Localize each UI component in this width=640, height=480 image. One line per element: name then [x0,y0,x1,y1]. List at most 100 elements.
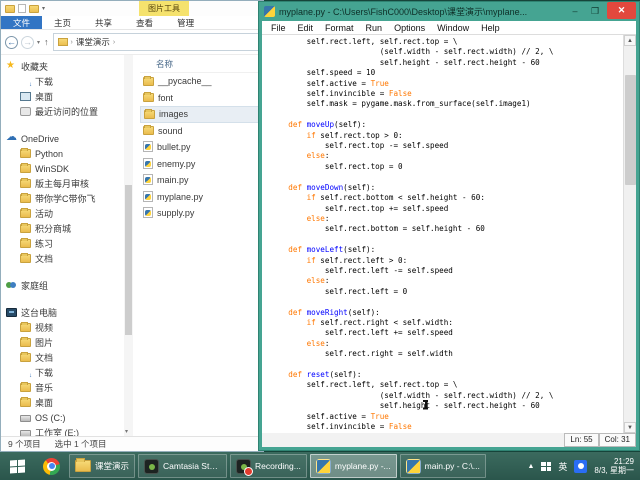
nav-item[interactable]: 视频 [1,320,124,335]
ribbon-tab-3[interactable]: 共享 [83,16,124,29]
nav-item[interactable]: 下载 [1,365,124,380]
menu-run[interactable]: Run [360,23,389,33]
nav-item[interactable]: 练习 [1,236,124,251]
nav-item[interactable]: 桌面 [1,89,124,104]
nav-group: 家庭组 [1,278,124,293]
nav-scrollbar[interactable]: ▾ [124,55,133,436]
menu-help[interactable]: Help [475,23,506,33]
menu-window[interactable]: Window [431,23,475,33]
folder-icon [20,254,31,263]
file-row[interactable]: main.py [140,172,263,189]
nav-item[interactable]: OneDrive [1,131,124,146]
nav-item[interactable]: 带你学C带你飞 [1,191,124,206]
nav-item-label: WinSDK [35,164,69,174]
breadcrumb[interactable]: › 课堂演示 › [53,33,259,51]
scroll-down-icon[interactable]: ▾ [125,428,128,435]
up-button[interactable]: ↑ [44,37,49,47]
nav-item[interactable]: 收藏夹 [1,59,124,74]
taskbar-button-python[interactable]: main.py - C:\... [400,454,486,478]
code-editor[interactable]: self.rect.left, self.rect.top = \ (self.… [262,35,623,433]
menu-edit[interactable]: Edit [292,23,320,33]
file-row[interactable]: supply.py [140,205,263,222]
forward-button[interactable]: → [21,36,34,49]
folder-icon [144,110,155,119]
nav-item[interactable]: 音乐 [1,380,124,395]
nav-scrollbar-thumb[interactable] [125,185,132,335]
nav-item[interactable]: 家庭组 [1,278,124,293]
ime-indicator[interactable]: 英 [558,460,567,473]
file-icon[interactable] [18,4,26,13]
ribbon-tab-1[interactable]: 文件 [1,16,42,29]
start-button[interactable] [0,452,34,480]
file-row[interactable]: font [140,90,263,107]
file-row[interactable]: images [140,106,263,123]
maximize-button[interactable]: ❒ [587,3,603,20]
close-button[interactable]: ✕ [607,2,636,19]
file-name: __pycache__ [158,76,212,86]
taskbar-button-camtasia-rec[interactable]: Recording... [230,454,307,478]
idle-titlebar[interactable]: myplane.py - C:\Users\FishC000\Desktop\课… [262,2,636,21]
scroll-down-icon[interactable]: ▼ [624,422,636,433]
folder-icon[interactable] [5,5,15,13]
file-row[interactable]: myplane.py [140,189,263,206]
text-cursor [423,400,428,409]
clock-time: 21:29 [594,457,634,467]
folder-icon [20,164,31,173]
ribbon-tab-4[interactable]: 查看 [124,16,165,29]
taskbar-button-chrome[interactable] [37,454,66,478]
back-button[interactable]: ← [5,36,18,49]
explorer-titlebar: ▾ 图片工具 [1,1,263,16]
nav-item[interactable]: 下载 [1,74,124,89]
clock[interactable]: 21:29 8/3, 星期一 [594,457,634,476]
file-row[interactable]: enemy.py [140,156,263,173]
file-row[interactable]: __pycache__ [140,73,263,90]
nav-item-label: 桌面 [35,396,53,409]
folder-icon [20,194,31,203]
window-title: myplane.py - C:\Users\FishC000\Desktop\课… [279,5,563,18]
nav-item[interactable]: 最近访问的位置 [1,104,124,119]
ribbon-tab-2[interactable]: 主页 [42,16,83,29]
folder-icon[interactable] [29,5,39,13]
taskbar-button-folder[interactable]: 课堂演示 [69,454,135,478]
nav-item[interactable]: Python [1,146,124,161]
nav-item[interactable]: WinSDK [1,161,124,176]
file-name: myplane.py [157,192,203,202]
taskbar-button-python[interactable]: myplane.py -... [310,454,397,478]
taskbar-button-camtasia[interactable]: Camtasia Stu... [138,454,227,478]
nav-item[interactable]: 文档 [1,350,124,365]
nav-item[interactable]: 文档 [1,251,124,266]
nav-item[interactable]: OS (C:) [1,410,124,425]
breadcrumb-item[interactable]: 课堂演示 [76,36,110,48]
chevron-down-icon[interactable]: ▾ [42,6,45,12]
minimize-button[interactable]: – [567,3,583,20]
folder-icon [20,353,31,362]
nav-item[interactable]: 这台电脑 [1,305,124,320]
folder-icon [75,460,91,472]
picture-tools-tab[interactable]: 图片工具 [139,1,189,16]
editor-scrollbar[interactable]: ▲ ▼ [623,35,636,433]
tray-windows-icon[interactable] [541,462,551,471]
nav-item[interactable]: 桌面 [1,395,124,410]
history-dropdown-icon[interactable]: ▾ [37,39,40,46]
menu-file[interactable]: File [265,23,292,33]
nav-item[interactable]: 积分商城 [1,221,124,236]
nav-item[interactable]: 版主每月审核 [1,176,124,191]
column-header-name[interactable]: 名称 [140,58,263,73]
folder-icon [20,239,31,248]
nav-item[interactable]: 工作室 (E:) [1,425,124,436]
file-name: enemy.py [157,159,195,169]
ribbon-tab-5[interactable]: 管理 [165,16,206,29]
quick-access-toolbar[interactable]: ▾ [1,4,45,13]
tray-expand-icon[interactable]: ▲ [527,463,534,470]
scrollbar-thumb[interactable] [625,75,636,185]
scroll-up-icon[interactable]: ▲ [624,35,636,46]
file-row[interactable]: sound [140,123,263,140]
nav-item-label: 文档 [35,252,53,265]
ime-app-icon[interactable] [574,460,587,473]
nav-item[interactable]: 图片 [1,335,124,350]
file-row[interactable]: bullet.py [140,139,263,156]
menu-format[interactable]: Format [319,23,360,33]
nav-item[interactable]: 活动 [1,206,124,221]
menu-options[interactable]: Options [388,23,431,33]
item-count: 9 个项目 [8,438,41,450]
